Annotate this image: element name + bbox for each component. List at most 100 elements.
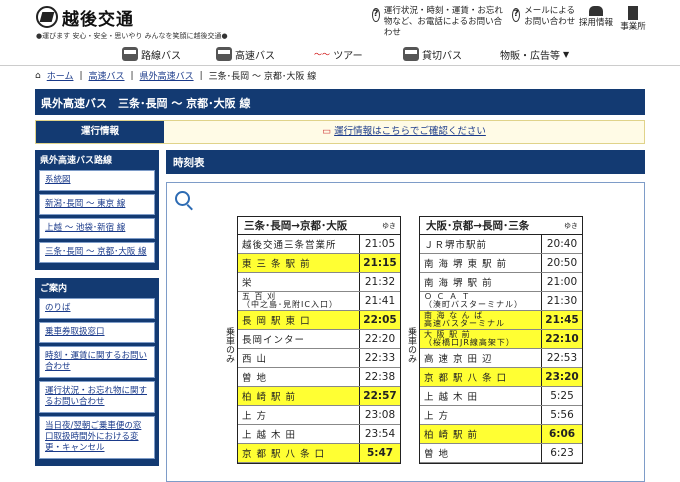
timetable-left-title: 三条･長岡→京都･大阪 [244, 220, 348, 232]
departure-time: 21:15 [363, 257, 397, 269]
routes-box: 県外高速バス路線 系統図 新潟･長岡 〜 東京 線 上越 〜 池袋･新宿 線 三… [35, 150, 159, 270]
timetable-panel: 乗車のみ 三条･長岡→京都･大阪 ゆき 越後交通三条営業所 21:05 東 三 条 駅… [166, 182, 645, 482]
info-icon: ▭ [322, 126, 332, 137]
timetable-row: 上 越 木 田 23:54 [238, 425, 400, 444]
sidebar-item-sanjo-kyoto[interactable]: 三条･長岡 〜 京都･大阪 線 [39, 242, 155, 263]
phone-inquiry-text: 運行状況・時刻・運賃・お忘れ物など、お電話によるお問い合わせ [383, 6, 503, 38]
chevron-down-icon: ▼ [563, 49, 570, 59]
service-info-bar: 運行情報 ▭ 運行情報はこちらでご確認ください [35, 120, 645, 144]
sidebar-item-cancel[interactable]: 当日夜/翌朝ご乗車便の窓口取扱時間外における変更・キャンセル [39, 416, 155, 459]
timetable-row: 上 越 木 田 5:25 [420, 387, 582, 406]
sidebar-item-route-map[interactable]: 系統図 [39, 170, 155, 191]
stop-name: 柏 崎 駅 前 [242, 392, 297, 403]
stop-name: 上 方 [242, 411, 268, 422]
stop-name: 曽 地 [424, 449, 450, 460]
sidebar-item-lost-item-inquiry[interactable]: 運行状況・お忘れ物に関するお問い合わせ [39, 381, 155, 413]
timetable-right: 乗車のみ 大阪･京都→長岡･三条 ゆき ＪＲ堺市駅前 20:40 南 海 堺 東 駅 … [406, 216, 583, 464]
sidebar-item-joetsu-ikebukuro[interactable]: 上越 〜 池袋･新宿 線 [39, 218, 155, 239]
departure-time: 23:08 [364, 409, 396, 421]
nav-highway-bus[interactable]: 高速バス [216, 44, 275, 64]
departure-time: 22:20 [364, 333, 396, 345]
nav-merch[interactable]: 物販・広告等 ▼ [500, 44, 569, 64]
stop-name: 東 三 条 駅 前 [242, 259, 311, 270]
stop-name: 長岡インター [242, 335, 306, 346]
departure-time: 22:05 [363, 314, 397, 326]
timetable-row: Ｏ Ｃ Ａ Ｔ （湊町バスターミナル） 21:30 [420, 292, 582, 311]
timetable-row: 柏 崎 駅 前 6:06 [420, 425, 582, 444]
service-info-link[interactable]: 運行情報はこちらでご確認ください [334, 126, 486, 137]
sidebar-item-fare-inquiry[interactable]: 時刻・運賃に関するお問い合わせ [39, 346, 155, 378]
zoom-in-icon[interactable] [175, 191, 190, 206]
timetable-row: 長 岡 駅 東 口 22:05 [238, 311, 400, 330]
stop-name: 上 方 [424, 411, 450, 422]
bus-icon [216, 47, 232, 61]
office-link[interactable]: 事業所 [617, 6, 649, 33]
phone-inquiry-link[interactable]: ? 運行状況・時刻・運賃・お忘れ物など、お電話によるお問い合わせ [372, 6, 507, 39]
breadcrumb-current: 三条･長岡 〜 京都･大阪 線 [208, 72, 317, 82]
breadcrumb: ⌂ ホーム | 高速バス | 県外高速バス | 三条･長岡 〜 京都･大阪 線 [35, 69, 317, 83]
sidebar-item-platform[interactable]: のりば [39, 298, 155, 319]
mail-inquiry-text: メールによるお問い合わせ [524, 6, 576, 27]
timetable-row: 曽 地 22:38 [238, 368, 400, 387]
boarding-only-note: 乗車のみ [224, 327, 234, 363]
stop-name: 京 都 駅 八 条 口 [242, 449, 326, 460]
office-text: 事業所 [620, 22, 646, 32]
timetable-left: 乗車のみ 三条･長岡→京都･大阪 ゆき 越後交通三条営業所 21:05 東 三 条 駅… [224, 216, 401, 464]
bus-icon [403, 47, 419, 61]
timetable-row: 上 方 23:08 [238, 406, 400, 425]
departure-time: 21:32 [364, 276, 396, 288]
stop-name: 南 海 堺 東 駅 前 [424, 259, 508, 270]
stop-name: 南 海 堺 駅 前 [424, 278, 493, 289]
timetable-row: 上 方 5:56 [420, 406, 582, 425]
timetable-row: 南 海 堺 駅 前 21:00 [420, 273, 582, 292]
departure-time: 5:56 [550, 409, 574, 421]
timetable-row: 五 百 刈（中之島･見附IC入口） 21:41 [238, 292, 400, 311]
timetable-row: 南 海 な ん ば高速バスターミナル 21:45 [420, 311, 582, 330]
breadcrumb-highway-bus[interactable]: 高速バス [89, 69, 125, 82]
slogan: ●運びます 安心・安全・思いやり みんなを笑顔に越後交通● [36, 32, 228, 40]
guide-box: ご案内 のりば 乗車券取扱窓口 時刻・運賃に関するお問い合わせ 運行状況・お忘れ… [35, 278, 159, 466]
sidebar-item-niigata-tokyo[interactable]: 新潟･長岡 〜 東京 線 [39, 194, 155, 215]
nav-tour[interactable]: 〜〜 ツアー [312, 44, 363, 64]
yuki-label: ゆき [564, 221, 578, 230]
timetable-row: 西 山 22:33 [238, 349, 400, 368]
departure-time: 23:20 [545, 371, 579, 383]
timetable-row: 高 速 京 田 辺 22:53 [420, 349, 582, 368]
departure-time: 21:05 [364, 238, 396, 250]
mail-inquiry-link[interactable]: ? メールによるお問い合わせ [512, 6, 577, 28]
timetable-row: 大 阪 駅 前（桜橋口JR線高架下） 22:10 [420, 330, 582, 349]
stop-subname: （湊町バスターミナル） [424, 300, 523, 309]
main-content: 時刻表 乗車のみ 三条･長岡→京都･大阪 ゆき 越後交通三条営業所 21:05 東 三… [166, 150, 645, 482]
stop-name: 長 岡 駅 東 口 [242, 316, 311, 327]
site-header: 越後交通 ●運びます 安心・安全・思いやり みんなを笑顔に越後交通● ? 運行状… [0, 0, 680, 42]
recruit-link[interactable]: 採用情報 [578, 6, 614, 29]
recruit-text: 採用情報 [578, 18, 613, 28]
timetable-row: 東 三 条 駅 前 21:15 [238, 254, 400, 273]
timetable-row: 南 海 堺 東 駅 前 20:50 [420, 254, 582, 273]
departure-time: 23:54 [364, 428, 396, 440]
timetable-row: 栄 21:32 [238, 273, 400, 292]
timetable-row: 京 都 駅 八 条 口 5:47 [238, 444, 400, 463]
home-icon: ⌂ [35, 70, 41, 81]
departure-time: 21:45 [545, 314, 579, 326]
departure-time: 22:57 [363, 390, 397, 402]
nav-route-bus[interactable]: 路線バス [122, 44, 181, 64]
breadcrumb-home[interactable]: ホーム [47, 69, 74, 82]
stop-name: 栄 [242, 278, 253, 289]
departure-time: 20:40 [546, 238, 578, 250]
departure-time: 21:41 [364, 295, 396, 307]
timetable-row: 越後交通三条営業所 21:05 [238, 235, 400, 254]
departure-time: 20:50 [546, 257, 578, 269]
breadcrumb-out-of-pref-bus[interactable]: 県外高速バス [140, 69, 194, 82]
stop-subname: （桜橋口JR線高架下） [424, 338, 515, 347]
yuki-label: ゆき [382, 221, 396, 230]
logo-text[interactable]: 越後交通 [62, 5, 134, 30]
stop-name: 西 山 [242, 354, 268, 365]
timetable-row: ＪＲ堺市駅前 20:40 [420, 235, 582, 254]
nav-charter-bus[interactable]: 貸切バス [403, 44, 462, 64]
departure-time: 22:53 [546, 352, 578, 364]
stop-name: 柏 崎 駅 前 [424, 430, 479, 441]
logo-icon[interactable] [36, 6, 58, 28]
timetable-row: 曽 地 6:23 [420, 444, 582, 463]
sidebar-item-ticket-window[interactable]: 乗車券取扱窓口 [39, 322, 155, 343]
